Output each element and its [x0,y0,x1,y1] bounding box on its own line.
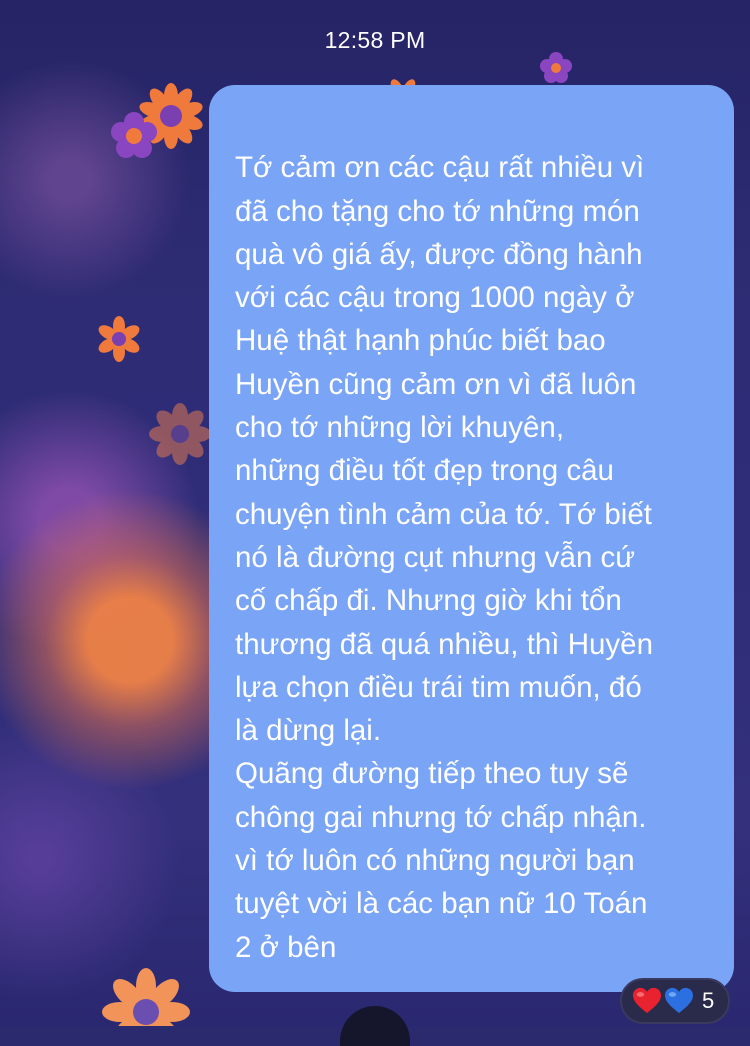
message-line: Tớ cảm ơn các cậu rất nhiều vì [235,151,645,185]
message-line: những điều tốt đẹp trong câu [235,454,614,488]
small-orange-flower-icon [98,316,140,362]
status-bar-time: 12:58 PM [324,27,426,53]
message-line: Quãng đường tiếp theo tuy sẽ [235,757,629,791]
message-bubble[interactable]: Tớ cảm ơn các cậu rất nhiều vì đã cho tặn… [209,85,734,992]
message-line: chuyện tình cảm của tớ. Tớ biết [235,497,652,531]
message-line: lựa chọn điều trái tim muốn, đó [235,670,642,704]
message-line: Huệ thật hạnh phúc biết bao [235,324,606,358]
reaction-count: 5 [702,988,715,1013]
blue-heart-icon [665,987,693,1014]
message-line: là dừng lại. [235,714,382,748]
small-purple-flower-icon [540,52,572,83]
red-heart-icon [633,987,661,1014]
message-line: nó là đường cụt nhưng vẫn cứ [235,540,636,574]
bottom-orange-flower-icon [102,968,190,1026]
message-line: chông gai nhưng tớ chấp nhận. [235,800,647,834]
message-line: cố chấp đi. Nhưng giờ khi tổn [235,584,622,618]
message-line: vì tớ luôn có những người bạn [235,844,635,878]
message-line: cho tớ những lời khuyên, [235,411,565,445]
purple-flower-icon [111,112,157,158]
message-reactions[interactable]: 5 [620,978,730,1024]
message-line: với các cậu trong 1000 ngày ở [235,281,635,315]
faded-orange-flower-icon [149,403,211,465]
message-line: 2 ở bên [235,930,337,964]
message-line: đã cho tặng cho tớ những món [235,194,640,228]
message-text: Tớ cảm ơn các cậu rất nhiều vì đã cho tặn… [235,146,714,969]
message-line: tuyệt vời là các bạn nữ 10 Toán [235,887,648,921]
message-line: thương đã quá nhiều, thì Huyền [235,627,653,661]
message-line: quà vô giá ấy, được đồng hành [235,237,643,271]
message-line: Huyền cũng cảm ơn vì đã luôn [235,367,637,401]
